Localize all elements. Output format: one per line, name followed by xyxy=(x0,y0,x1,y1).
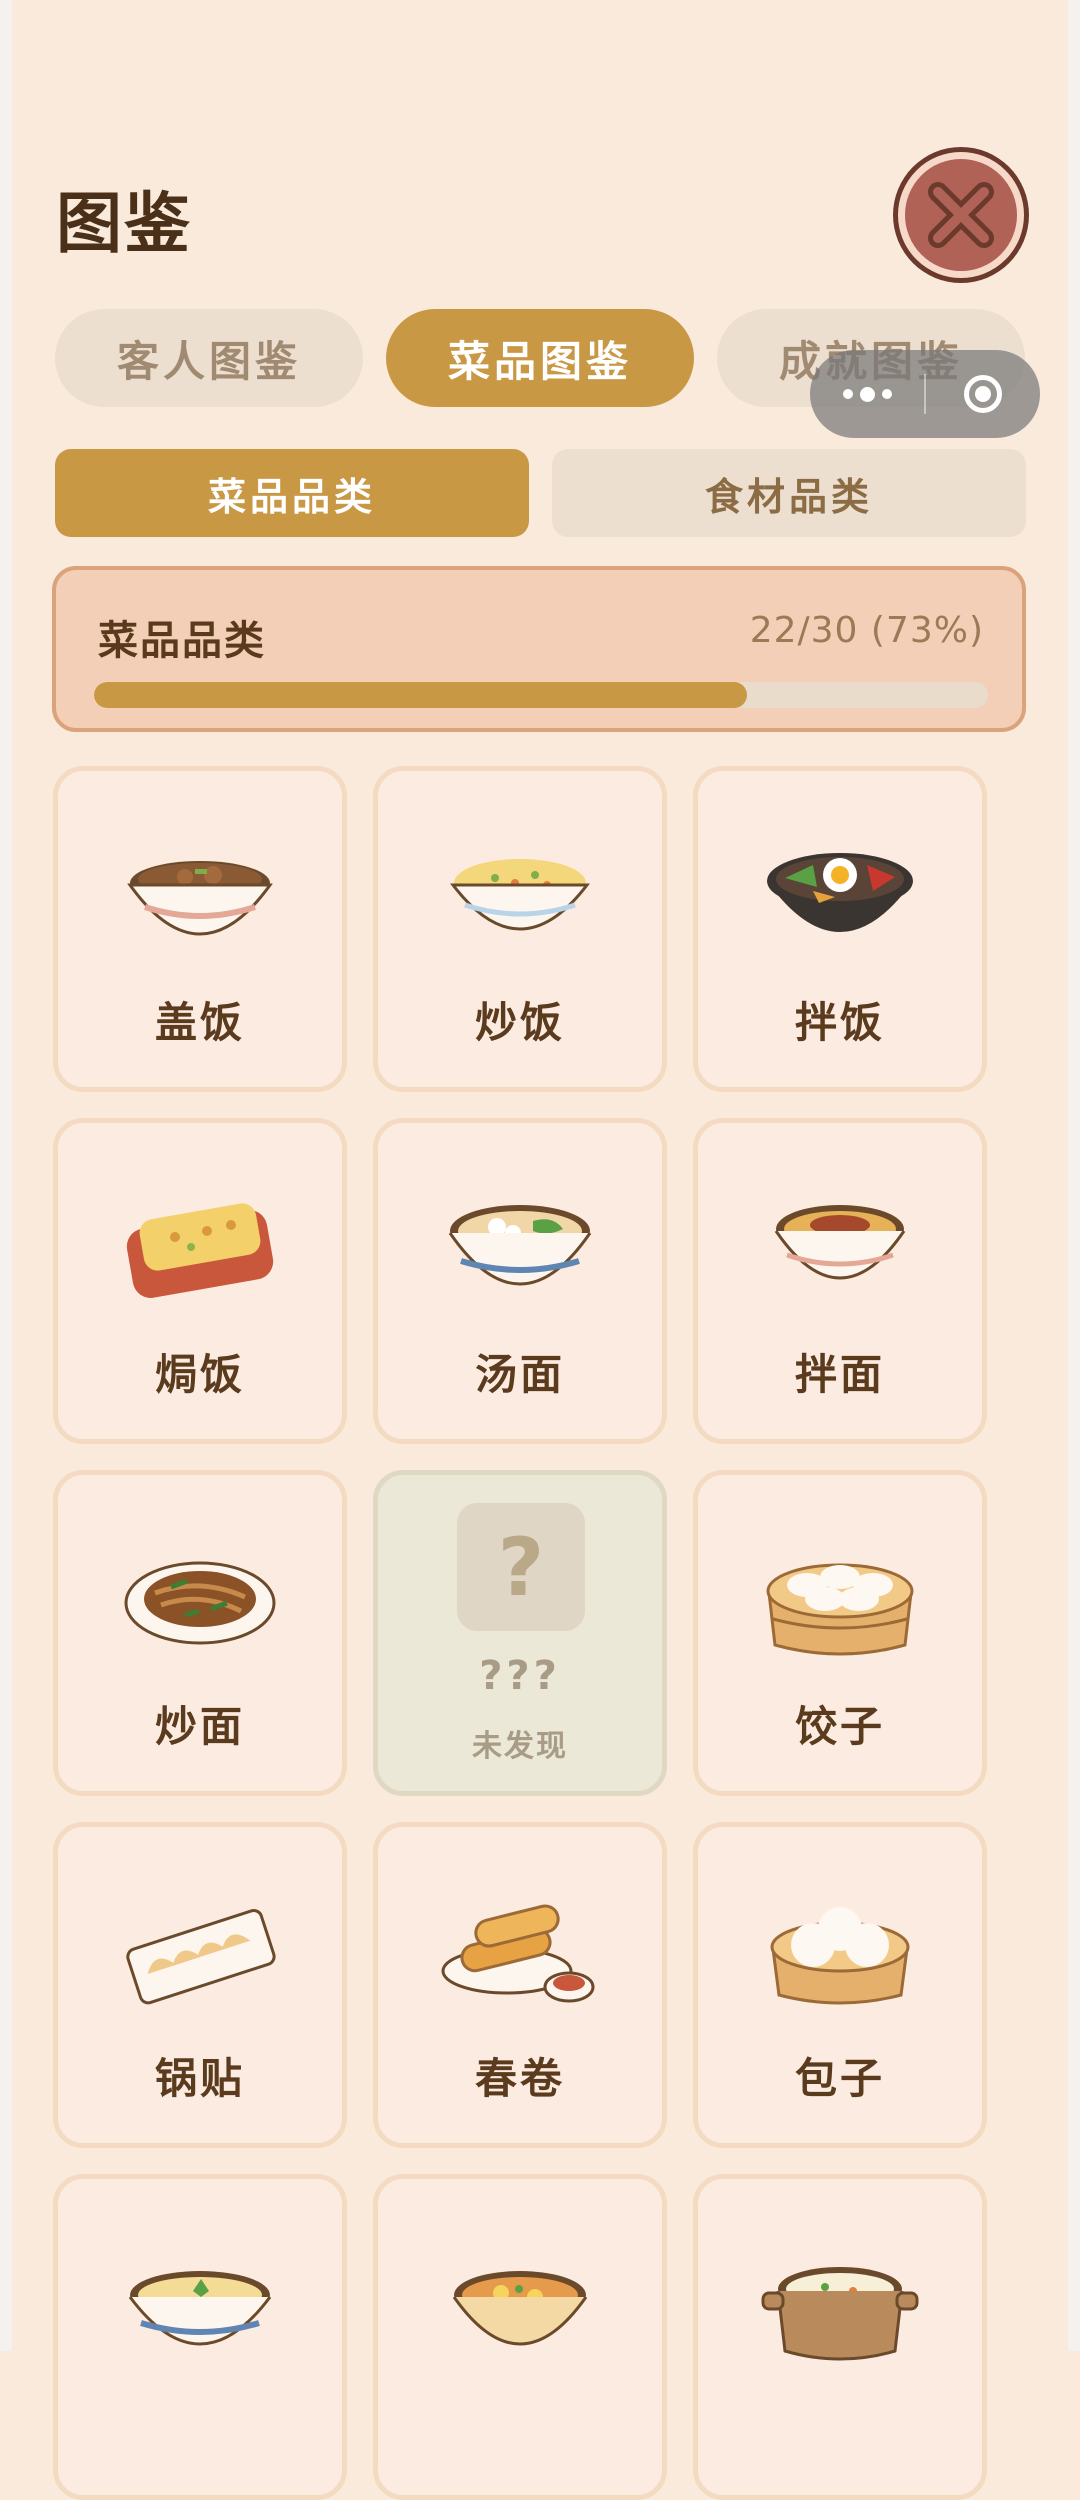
dish-card[interactable] xyxy=(693,2174,987,2500)
dish-name: 拌面 xyxy=(794,1350,885,1399)
congee-pot-icon xyxy=(761,2267,919,2361)
dish-name: 盖饭 xyxy=(154,998,245,1047)
dish-name: ??? xyxy=(479,1653,561,1699)
dot-icon xyxy=(881,389,892,399)
subtab-ingredient-category[interactable]: 食材品类 xyxy=(552,449,1026,537)
dish-name: 拌饭 xyxy=(794,998,885,1047)
dish-card[interactable]: 拌饭 xyxy=(693,766,987,1092)
dish-card[interactable]: 炒面 xyxy=(53,1470,347,1796)
egg-custard-icon xyxy=(128,2271,272,2346)
locked-dish-card[interactable]: ? ??? 未发现 xyxy=(373,1470,667,1796)
miniprogram-capsule xyxy=(810,350,1040,438)
question-mark-icon: ? xyxy=(457,1503,585,1631)
dish-name: 焗饭 xyxy=(154,1350,245,1399)
subcategory-tabs: 菜品品类 食材品类 xyxy=(0,449,1080,537)
close-button[interactable] xyxy=(898,152,1024,278)
dish-name: 春卷 xyxy=(474,2054,565,2103)
dish-card[interactable]: 春卷 xyxy=(373,1822,667,2148)
page-title: 图鉴 xyxy=(56,185,192,262)
dot-icon xyxy=(859,386,875,402)
dish-name: 饺子 xyxy=(794,1702,885,1751)
dish-name: 汤面 xyxy=(474,1350,565,1399)
dish-card[interactable]: 饺子 xyxy=(693,1470,987,1796)
dish-card[interactable]: 盖饭 xyxy=(53,766,347,1092)
dumplings-steamer-icon xyxy=(766,1563,914,1656)
potstickers-icon xyxy=(126,1909,276,2005)
fried-noodles-icon xyxy=(124,1561,276,1645)
dish-card[interactable]: 汤面 xyxy=(373,1118,667,1444)
dish-name: 炒面 xyxy=(154,1702,245,1751)
more-menu-button[interactable] xyxy=(810,350,924,438)
dot-icon xyxy=(842,389,853,399)
progress-bar xyxy=(94,682,988,708)
dish-name: 包子 xyxy=(794,2054,885,2103)
soup-noodles-icon xyxy=(448,1205,592,1286)
close-icon xyxy=(928,182,994,248)
dish-name: 炒饭 xyxy=(474,998,565,1047)
dish-card[interactable]: 拌面 xyxy=(693,1118,987,1444)
dish-card[interactable] xyxy=(373,2174,667,2500)
exit-miniprogram-button[interactable] xyxy=(926,350,1040,438)
tab-guests[interactable]: 客人图鉴 xyxy=(55,309,363,407)
baked-rice-icon xyxy=(126,1203,274,1298)
spring-rolls-icon xyxy=(441,1904,595,2003)
subtab-dish-category[interactable]: 菜品品类 xyxy=(55,449,529,537)
dish-name: 锅贴 xyxy=(154,2054,245,2103)
collection-progress-card: 菜品品类 22/30 (73%) xyxy=(52,566,1026,732)
tomato-egg-soup-icon xyxy=(452,2271,588,2346)
rice-bowl-topped-icon xyxy=(127,861,273,936)
fried-rice-icon xyxy=(449,859,591,931)
steamed-buns-icon xyxy=(770,1907,910,2005)
undiscovered-label: 未发现 xyxy=(472,1729,568,1764)
dish-card[interactable]: 包子 xyxy=(693,1822,987,2148)
dish-card[interactable] xyxy=(53,2174,347,2500)
tab-dishes[interactable]: 菜品图鉴 xyxy=(386,309,694,407)
progress-title: 菜品品类 xyxy=(98,618,266,664)
dish-card[interactable]: 锅贴 xyxy=(53,1822,347,2148)
bibimbap-icon xyxy=(767,853,913,932)
target-icon xyxy=(964,375,1002,413)
progress-count: 22/30 (73%) xyxy=(749,610,984,651)
progress-bar-fill xyxy=(94,682,747,708)
dish-card[interactable]: 焗饭 xyxy=(53,1118,347,1444)
dish-card[interactable]: 炒饭 xyxy=(373,766,667,1092)
mixed-noodles-icon xyxy=(774,1205,906,1280)
